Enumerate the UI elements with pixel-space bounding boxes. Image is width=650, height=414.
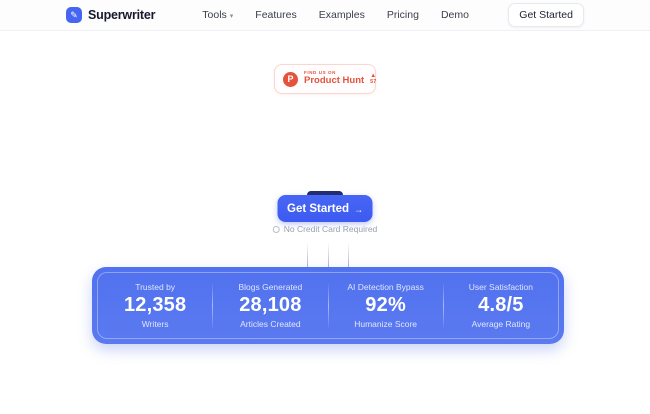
stat-value: 92% — [365, 294, 406, 317]
stat-value: 12,358 — [124, 294, 186, 317]
product-hunt-logo-icon: P — [283, 72, 298, 87]
connector-line — [348, 242, 349, 267]
stat-user-satisfaction: User Satisfaction 4.8/5 Average Rating — [444, 273, 558, 338]
brand-logo[interactable]: ✎ Superwriter — [66, 7, 155, 23]
get-started-label: Get Started — [287, 203, 349, 215]
brand-name: Superwriter — [88, 8, 155, 22]
get-started-button-hero[interactable]: Get Started → — [278, 195, 373, 222]
pencil-icon: ✎ — [66, 7, 82, 23]
stat-value: 28,108 — [239, 294, 301, 317]
stat-value: 4.8/5 — [478, 294, 523, 317]
connector-line — [307, 242, 308, 267]
upvote-icon: ▲ — [370, 73, 376, 79]
stat-ai-detection: AI Detection Bypass 92% Humanize Score — [329, 273, 443, 338]
stat-label-bottom: Humanize Score — [354, 319, 417, 329]
arrow-right-icon: → — [354, 204, 363, 214]
upvote-count: 57 — [370, 80, 376, 86]
stat-blogs-generated: Blogs Generated 28,108 Articles Created — [213, 273, 327, 338]
nav-item-demo[interactable]: Demo — [441, 9, 469, 21]
nav-item-label: Tools — [202, 9, 227, 21]
stat-label-top: Blogs Generated — [238, 282, 302, 292]
product-hunt-badge[interactable]: P FIND US ON Product Hunt ▲ 57 — [274, 64, 376, 94]
stat-label-top: User Satisfaction — [469, 282, 533, 292]
product-hunt-name: Product Hunt — [304, 76, 364, 86]
get-started-button-header[interactable]: Get Started — [508, 3, 584, 27]
nav-item-tools[interactable]: Tools ▾ — [202, 9, 233, 21]
nav-item-features[interactable]: Features — [255, 9, 296, 21]
stat-label-top: AI Detection Bypass — [347, 282, 424, 292]
nav-item-examples[interactable]: Examples — [319, 9, 365, 21]
main-nav: Tools ▾ Features Examples Pricing Demo — [202, 9, 469, 21]
product-hunt-text: FIND US ON Product Hunt — [304, 71, 364, 86]
no-credit-card-note: No Credit Card Required — [273, 224, 378, 234]
stat-label-top: Trusted by — [135, 282, 175, 292]
no-credit-card-text: No Credit Card Required — [284, 224, 378, 234]
stat-label-bottom: Writers — [142, 319, 169, 329]
stats-inner: Trusted by 12,358 Writers Blogs Generate… — [97, 272, 559, 339]
stat-trusted-by: Trusted by 12,358 Writers — [98, 273, 212, 338]
check-circle-icon — [273, 226, 280, 233]
upvote-block: ▲ 57 — [370, 73, 376, 86]
stat-label-bottom: Articles Created — [240, 319, 300, 329]
landing-page: ✎ Superwriter Tools ▾ Features Examples … — [0, 0, 650, 414]
connector-line — [328, 242, 329, 267]
stat-label-bottom: Average Rating — [472, 319, 530, 329]
nav-item-pricing[interactable]: Pricing — [387, 9, 419, 21]
header: ✎ Superwriter Tools ▾ Features Examples … — [0, 0, 650, 31]
chevron-down-icon: ▾ — [230, 12, 234, 20]
stats-bar: Trusted by 12,358 Writers Blogs Generate… — [92, 267, 564, 344]
